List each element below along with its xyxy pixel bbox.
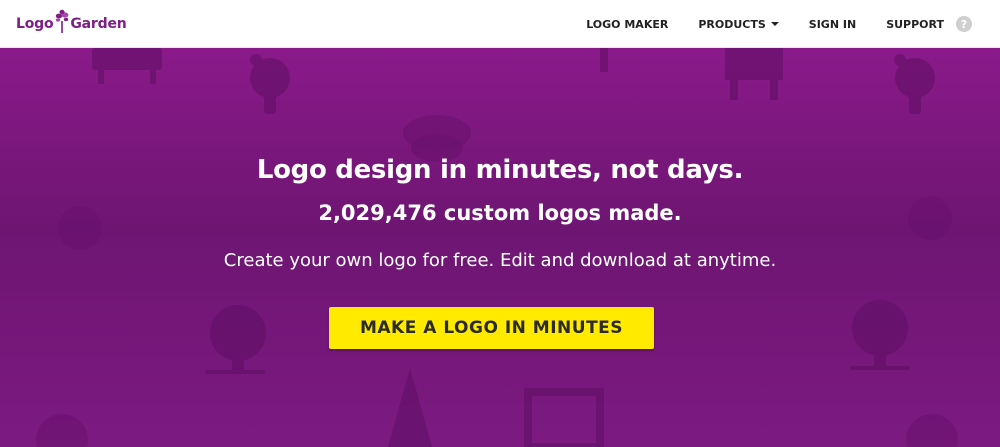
nav-support[interactable]: SUPPORT [886,18,944,31]
top-navigation-bar: Logo Garden LOGO MAKER PRODUCTS SIGN IN … [0,0,1000,48]
hero-headline: Logo design in minutes, not days. [256,155,744,185]
brand-name-garden: Garden [70,16,127,32]
brand-name-logo: Logo [16,16,54,32]
nav-logo-maker[interactable]: LOGO MAKER [586,18,668,31]
logos-made-counter: 2,029,476 custom logos made. [318,201,682,225]
make-a-logo-button[interactable]: MAKE A LOGO IN MINUTES [329,307,654,349]
nav-products-label: PRODUCTS [698,17,766,31]
logo-garden-brand-link[interactable]: Logo Garden [16,9,127,39]
nav-sign-in[interactable]: SIGN IN [809,18,856,31]
background-tree-shape-left [205,305,266,374]
nav-products[interactable]: PRODUCTS [698,17,779,31]
caret-down-icon [770,22,779,26]
background-sign-shape [92,48,162,70]
background-frame-shape [524,388,604,447]
background-person-tree-shape-right [894,54,935,114]
hero-section: Logo design in minutes, not days. 2,029,… [0,48,1000,447]
main-nav: LOGO MAKER PRODUCTS SIGN IN SUPPORT ? [586,0,972,48]
tree-leaf-icon [56,9,69,33]
background-building-shape [725,48,783,80]
background-logo-pattern [36,48,958,447]
background-small-tree-shape [600,48,608,72]
background-person-tree-shape [250,54,290,114]
background-circle-shape [36,414,88,447]
question-circle-icon[interactable]: ? [956,16,972,32]
background-tree-shape-right [850,300,910,370]
background-pine-shape [388,368,432,447]
hero-subline: Create your own logo for free. Edit and … [223,250,777,271]
